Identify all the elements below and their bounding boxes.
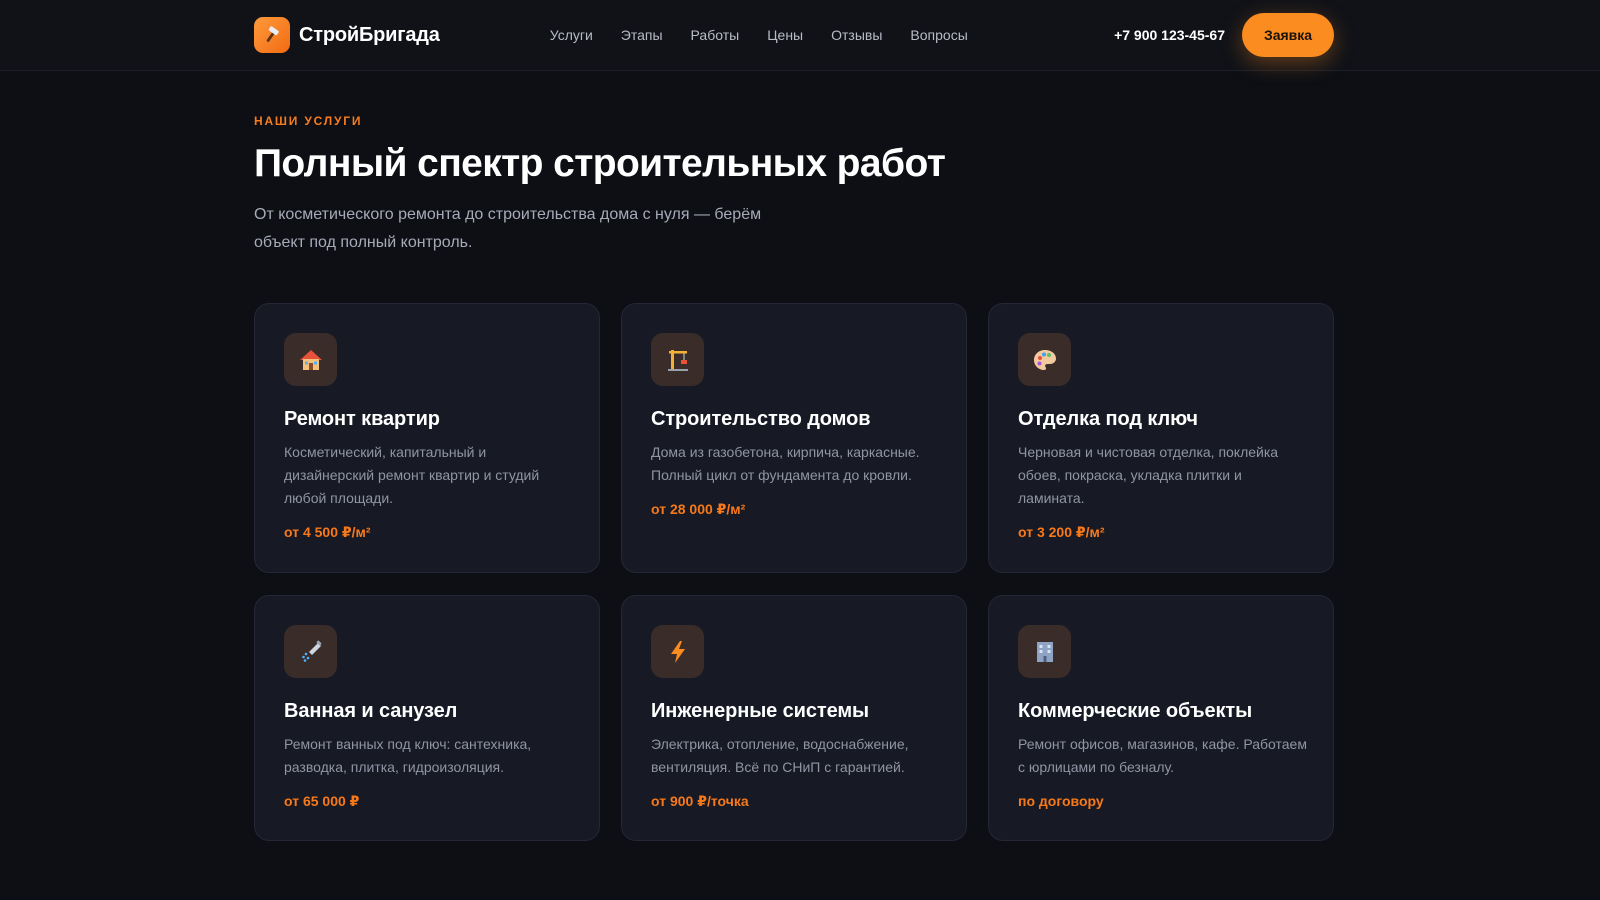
service-card-finishing[interactable]: Отделка под ключ Черновая и чистовая отд… — [988, 303, 1334, 573]
section-title: Полный спектр строительных работ — [254, 142, 946, 185]
service-title: Отделка под ключ — [1018, 408, 1198, 430]
service-title: Ванная и санузел — [284, 700, 458, 722]
phone-link[interactable]: +7 900 123-45-67 — [1114, 27, 1225, 43]
house-icon — [284, 333, 337, 386]
service-title: Инженерные системы — [651, 700, 870, 722]
brand-name: СтройБригада — [299, 23, 440, 46]
service-card-apartments[interactable]: Ремонт квартир Косметический, капитальны… — [254, 303, 600, 573]
service-title: Ремонт квартир — [284, 408, 440, 430]
service-card-commercial[interactable]: Коммерческие объекты Ремонт офисов, мага… — [988, 595, 1334, 841]
service-price: от 3 200 ₽/м² — [1018, 524, 1105, 540]
nav-link-prices[interactable]: Цены — [767, 27, 803, 43]
main-nav: Услуги Этапы Работы Цены Отзывы Вопросы — [550, 27, 968, 43]
section-eyebrow: НАШИ УСЛУГИ — [254, 114, 363, 128]
navbar-inner: СтройБригада Услуги Этапы Работы Цены От… — [254, 0, 1334, 70]
nav-link-faq[interactable]: Вопросы — [910, 27, 967, 43]
service-card-engineering[interactable]: Инженерные системы Электрика, отопление,… — [621, 595, 967, 841]
section-subtitle: От косметического ремонта до строительст… — [254, 205, 762, 251]
nav-right: +7 900 123-45-67 Заявка — [1114, 13, 1334, 57]
crane-icon — [651, 333, 704, 386]
service-description: Ремонт офисов, магазинов, кафе. Работаем… — [1018, 736, 1307, 775]
nav-link-stages[interactable]: Этапы — [621, 27, 663, 43]
palette-icon — [1018, 333, 1071, 386]
service-price: от 28 000 ₽/м² — [651, 501, 746, 517]
services-grid: Ремонт квартир Косметический, капитальны… — [254, 303, 1334, 841]
service-description: Электрика, отопление, водоснабжение, вен… — [651, 736, 909, 775]
hammer-icon — [254, 17, 290, 53]
service-title: Коммерческие объекты — [1018, 700, 1253, 722]
nav-link-services[interactable]: Услуги — [550, 27, 593, 43]
service-card-bathroom[interactable]: Ванная и санузел Ремонт ванных под ключ:… — [254, 595, 600, 841]
service-price: от 4 500 ₽/м² — [284, 524, 371, 540]
service-description: Дома из газобетона, кирпича, каркасные. … — [651, 444, 920, 483]
nav-link-reviews[interactable]: Отзывы — [831, 27, 882, 43]
service-description: Черновая и чистовая отделка, поклейка об… — [1018, 444, 1279, 506]
service-price: от 65 000 ₽ — [284, 793, 360, 809]
service-price: по договору — [1018, 793, 1104, 809]
service-price: от 900 ₽/точка — [651, 793, 749, 809]
services-header: НАШИ УСЛУГИ Полный спектр строительных р… — [254, 114, 1334, 257]
lightning-icon — [651, 625, 704, 678]
office-building-icon — [1018, 625, 1071, 678]
service-description: Ремонт ванных под ключ: сантехника, разв… — [284, 736, 532, 775]
service-description: Косметический, капитальный и дизайнерски… — [284, 444, 540, 506]
service-card-houses[interactable]: Строительство домов Дома из газобетона, … — [621, 303, 967, 573]
top-navbar: СтройБригада Услуги Этапы Работы Цены От… — [0, 0, 1600, 71]
service-title: Строительство домов — [651, 408, 871, 430]
shower-icon — [284, 625, 337, 678]
request-button[interactable]: Заявка — [1242, 13, 1334, 57]
brand-logo[interactable]: СтройБригада — [254, 17, 440, 53]
nav-link-works[interactable]: Работы — [691, 27, 740, 43]
